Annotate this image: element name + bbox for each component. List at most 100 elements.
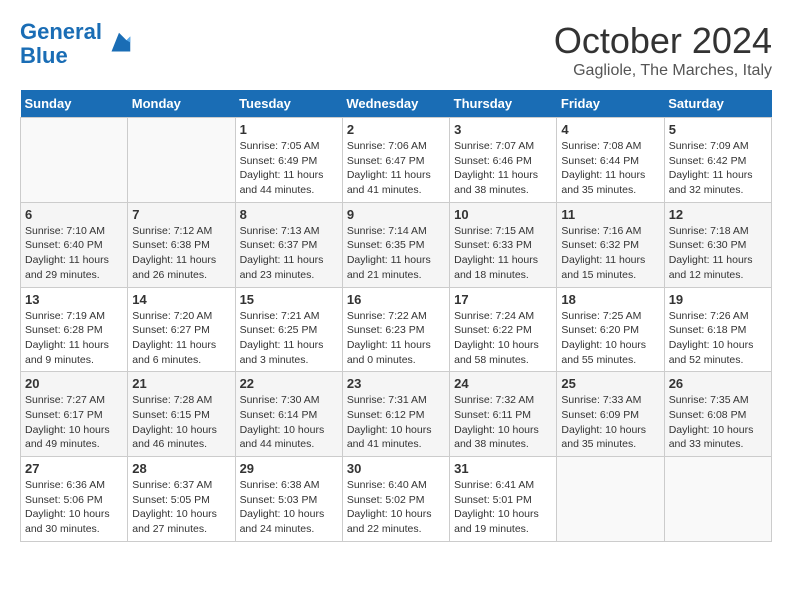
logo-text: General Blue <box>20 20 102 68</box>
calendar-cell: 23 Sunrise: 7:31 AM Sunset: 6:12 PM Dayli… <box>342 372 449 457</box>
calendar-cell: 29 Sunrise: 6:38 AM Sunset: 5:03 PM Dayli… <box>235 457 342 542</box>
calendar-header-row: SundayMondayTuesdayWednesdayThursdayFrid… <box>21 90 772 118</box>
calendar-cell: 9Sunrise: 7:14 AM Sunset: 6:35 PM Daylig… <box>342 202 449 287</box>
day-number: 8 <box>240 207 338 222</box>
day-info: Sunrise: 7:22 AM Sunset: 6:23 PM Dayligh… <box>347 309 445 368</box>
calendar-cell: 4 Sunrise: 7:08 AM Sunset: 6:44 PM Daylig… <box>557 118 664 203</box>
day-info: Sunrise: 7:18 AM Sunset: 6:30 PM Dayligh… <box>669 224 767 283</box>
day-number: 2 <box>347 122 445 137</box>
calendar-week-row: 20 Sunrise: 7:27 AM Sunset: 6:17 PM Dayli… <box>21 372 772 457</box>
calendar-cell <box>21 118 128 203</box>
calendar-cell: 31 Sunrise: 6:41 AM Sunset: 5:01 PM Dayli… <box>450 457 557 542</box>
day-number: 14 <box>132 292 230 307</box>
day-header-sunday: Sunday <box>21 90 128 118</box>
day-info: Sunrise: 7:26 AM Sunset: 6:18 PM Dayligh… <box>669 309 767 368</box>
day-number: 7 <box>132 207 230 222</box>
calendar-cell <box>557 457 664 542</box>
day-info: Sunrise: 7:27 AM Sunset: 6:17 PM Dayligh… <box>25 393 123 452</box>
day-number: 10 <box>454 207 552 222</box>
day-info: Sunrise: 7:20 AM Sunset: 6:27 PM Dayligh… <box>132 309 230 368</box>
day-info: Sunrise: 7:21 AM Sunset: 6:25 PM Dayligh… <box>240 309 338 368</box>
day-info: Sunrise: 7:33 AM Sunset: 6:09 PM Dayligh… <box>561 393 659 452</box>
day-header-thursday: Thursday <box>450 90 557 118</box>
calendar-cell: 28 Sunrise: 6:37 AM Sunset: 5:05 PM Dayli… <box>128 457 235 542</box>
day-number: 11 <box>561 207 659 222</box>
calendar-cell: 20 Sunrise: 7:27 AM Sunset: 6:17 PM Dayli… <box>21 372 128 457</box>
day-info: Sunrise: 7:19 AM Sunset: 6:28 PM Dayligh… <box>25 309 123 368</box>
calendar-cell: 18 Sunrise: 7:25 AM Sunset: 6:20 PM Dayli… <box>557 287 664 372</box>
day-number: 18 <box>561 292 659 307</box>
day-number: 25 <box>561 376 659 391</box>
day-info: Sunrise: 6:37 AM Sunset: 5:05 PM Dayligh… <box>132 478 230 537</box>
page-header: General Blue October 2024 Gagliole, The … <box>20 20 772 80</box>
calendar-table: SundayMondayTuesdayWednesdayThursdayFrid… <box>20 90 772 542</box>
day-header-saturday: Saturday <box>664 90 771 118</box>
day-header-monday: Monday <box>128 90 235 118</box>
day-number: 9 <box>347 207 445 222</box>
day-number: 27 <box>25 461 123 476</box>
day-header-friday: Friday <box>557 90 664 118</box>
calendar-cell <box>664 457 771 542</box>
day-number: 4 <box>561 122 659 137</box>
day-number: 6 <box>25 207 123 222</box>
logo: General Blue <box>20 20 134 68</box>
day-info: Sunrise: 7:06 AM Sunset: 6:47 PM Dayligh… <box>347 139 445 198</box>
calendar-cell: 7 Sunrise: 7:12 AM Sunset: 6:38 PM Daylig… <box>128 202 235 287</box>
day-number: 13 <box>25 292 123 307</box>
day-number: 23 <box>347 376 445 391</box>
day-info: Sunrise: 7:28 AM Sunset: 6:15 PM Dayligh… <box>132 393 230 452</box>
day-info: Sunrise: 7:12 AM Sunset: 6:38 PM Dayligh… <box>132 224 230 283</box>
calendar-cell: 24Sunrise: 7:32 AM Sunset: 6:11 PM Dayli… <box>450 372 557 457</box>
day-info: Sunrise: 6:41 AM Sunset: 5:01 PM Dayligh… <box>454 478 552 537</box>
day-number: 1 <box>240 122 338 137</box>
day-info: Sunrise: 7:05 AM Sunset: 6:49 PM Dayligh… <box>240 139 338 198</box>
calendar-cell: 25 Sunrise: 7:33 AM Sunset: 6:09 PM Dayli… <box>557 372 664 457</box>
day-info: Sunrise: 7:35 AM Sunset: 6:08 PM Dayligh… <box>669 393 767 452</box>
day-number: 28 <box>132 461 230 476</box>
day-number: 21 <box>132 376 230 391</box>
calendar-cell: 13 Sunrise: 7:19 AM Sunset: 6:28 PM Dayli… <box>21 287 128 372</box>
day-info: Sunrise: 7:31 AM Sunset: 6:12 PM Dayligh… <box>347 393 445 452</box>
day-info: Sunrise: 7:15 AM Sunset: 6:33 PM Dayligh… <box>454 224 552 283</box>
logo-icon <box>104 29 134 59</box>
calendar-cell <box>128 118 235 203</box>
day-info: Sunrise: 7:16 AM Sunset: 6:32 PM Dayligh… <box>561 224 659 283</box>
day-number: 5 <box>669 122 767 137</box>
day-info: Sunrise: 7:10 AM Sunset: 6:40 PM Dayligh… <box>25 224 123 283</box>
location-title: Gagliole, The Marches, Italy <box>554 62 772 80</box>
calendar-cell: 1 Sunrise: 7:05 AM Sunset: 6:49 PM Daylig… <box>235 118 342 203</box>
day-info: Sunrise: 7:13 AM Sunset: 6:37 PM Dayligh… <box>240 224 338 283</box>
calendar-week-row: 13 Sunrise: 7:19 AM Sunset: 6:28 PM Dayli… <box>21 287 772 372</box>
calendar-cell: 27 Sunrise: 6:36 AM Sunset: 5:06 PM Dayli… <box>21 457 128 542</box>
calendar-cell: 15Sunrise: 7:21 AM Sunset: 6:25 PM Dayli… <box>235 287 342 372</box>
day-number: 12 <box>669 207 767 222</box>
calendar-cell: 17 Sunrise: 7:24 AM Sunset: 6:22 PM Dayli… <box>450 287 557 372</box>
day-info: Sunrise: 7:24 AM Sunset: 6:22 PM Dayligh… <box>454 309 552 368</box>
day-info: Sunrise: 7:07 AM Sunset: 6:46 PM Dayligh… <box>454 139 552 198</box>
calendar-cell: 19 Sunrise: 7:26 AM Sunset: 6:18 PM Dayli… <box>664 287 771 372</box>
day-info: Sunrise: 7:08 AM Sunset: 6:44 PM Dayligh… <box>561 139 659 198</box>
calendar-cell: 16 Sunrise: 7:22 AM Sunset: 6:23 PM Dayli… <box>342 287 449 372</box>
day-number: 3 <box>454 122 552 137</box>
calendar-cell: 8 Sunrise: 7:13 AM Sunset: 6:37 PM Daylig… <box>235 202 342 287</box>
day-number: 16 <box>347 292 445 307</box>
day-info: Sunrise: 6:36 AM Sunset: 5:06 PM Dayligh… <box>25 478 123 537</box>
title-block: October 2024 Gagliole, The Marches, Ital… <box>554 20 772 80</box>
day-number: 29 <box>240 461 338 476</box>
calendar-cell: 30Sunrise: 6:40 AM Sunset: 5:02 PM Dayli… <box>342 457 449 542</box>
day-info: Sunrise: 6:38 AM Sunset: 5:03 PM Dayligh… <box>240 478 338 537</box>
day-number: 31 <box>454 461 552 476</box>
calendar-cell: 26Sunrise: 7:35 AM Sunset: 6:08 PM Dayli… <box>664 372 771 457</box>
calendar-cell: 22Sunrise: 7:30 AM Sunset: 6:14 PM Dayli… <box>235 372 342 457</box>
calendar-cell: 21 Sunrise: 7:28 AM Sunset: 6:15 PM Dayli… <box>128 372 235 457</box>
day-number: 20 <box>25 376 123 391</box>
calendar-cell: 12 Sunrise: 7:18 AM Sunset: 6:30 PM Dayli… <box>664 202 771 287</box>
day-number: 17 <box>454 292 552 307</box>
calendar-week-row: 27 Sunrise: 6:36 AM Sunset: 5:06 PM Dayli… <box>21 457 772 542</box>
day-number: 19 <box>669 292 767 307</box>
calendar-week-row: 6 Sunrise: 7:10 AM Sunset: 6:40 PM Daylig… <box>21 202 772 287</box>
day-info: Sunrise: 7:25 AM Sunset: 6:20 PM Dayligh… <box>561 309 659 368</box>
calendar-cell: 11 Sunrise: 7:16 AM Sunset: 6:32 PM Dayli… <box>557 202 664 287</box>
calendar-cell: 2 Sunrise: 7:06 AM Sunset: 6:47 PM Daylig… <box>342 118 449 203</box>
day-info: Sunrise: 7:09 AM Sunset: 6:42 PM Dayligh… <box>669 139 767 198</box>
